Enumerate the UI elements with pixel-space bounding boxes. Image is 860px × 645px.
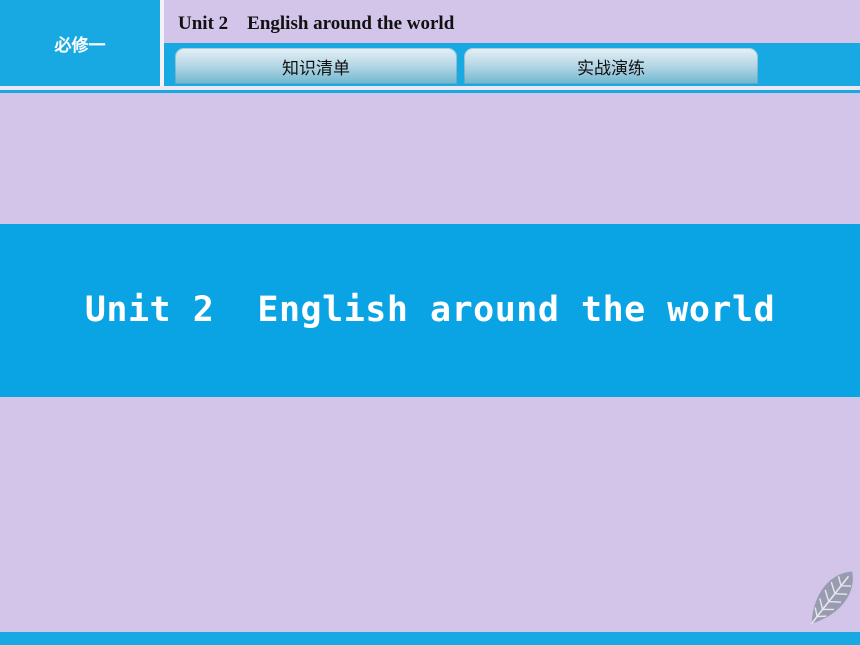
slide-title: Unit 2 English around the world: [84, 289, 776, 330]
title-band: Unit 2 English around the world: [0, 224, 860, 397]
leaf-icon: [810, 571, 853, 625]
tab-practice-label: 实战演练: [577, 58, 645, 79]
tab-knowledge-list-label: 知识清单: [282, 58, 350, 79]
tab-knowledge-list[interactable]: 知识清单: [175, 48, 457, 84]
course-badge: 必修一: [0, 0, 160, 86]
unit-header-title: Unit 2 English around the world: [178, 13, 455, 34]
footer-line: [0, 632, 860, 645]
course-badge-label: 必修一: [54, 35, 106, 56]
tab-practice[interactable]: 实战演练: [464, 48, 758, 84]
header-right-block: [770, 43, 860, 86]
header-bottom-line: [0, 90, 860, 93]
